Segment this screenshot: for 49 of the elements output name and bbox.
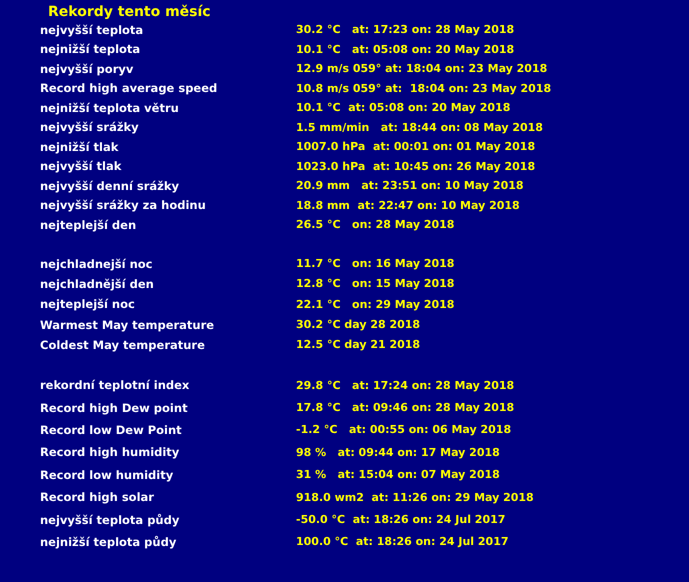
record-label: nejvyšší poryv	[40, 62, 134, 76]
record-label: nejnižší teplota větru	[40, 100, 179, 115]
record-label: Record high solar	[40, 490, 154, 504]
record-value: 30.2 °C day 28 2018	[296, 318, 420, 332]
record-label: nejvyšší srážky za hodinu	[40, 198, 206, 212]
record-label: Record low Dew Point	[40, 422, 182, 437]
record-value: -1.2 °C at: 00:55 on: 06 May 2018	[296, 423, 512, 436]
record-label: Coldest May temperature	[40, 338, 205, 352]
page-title: Rekordy tento měsíc	[48, 4, 211, 20]
record-value: 20.9 mm at: 23:51 on: 10 May 2018	[296, 179, 524, 192]
record-value: 1.5 mm/min at: 18:44 on: 08 May 2018	[296, 120, 543, 134]
record-value: 10.8 m/s 059° at: 18:04 on: 23 May 2018	[296, 82, 552, 95]
record-label: nejteplejší den	[40, 218, 136, 232]
record-value: 17.8 °C at: 09:46 on: 28 May 2018	[296, 401, 514, 414]
record-value: 11.7 °C on: 16 May 2018	[296, 257, 454, 270]
record-value: 1007.0 hPa at: 00:01 on: 01 May 2018	[296, 140, 536, 154]
record-label: nejnižší teplota	[40, 42, 140, 56]
record-label: nejnižší tlak	[40, 140, 118, 154]
record-label: nejchladnější den	[40, 276, 154, 291]
record-value: 98 % at: 09:44 on: 17 May 2018	[296, 446, 500, 459]
record-value: 12.9 m/s 059° at: 18:04 on: 23 May 2018	[296, 62, 548, 76]
record-label: nejchladnejší noc	[40, 256, 152, 271]
record-label: Warmest May temperature	[40, 318, 214, 332]
record-value: 12.8 °C on: 15 May 2018	[296, 277, 454, 290]
record-label: Record high humidity	[40, 445, 180, 460]
record-value: 30.2 °C at: 17:23 on: 28 May 2018	[296, 23, 514, 36]
record-value: 10.1 °C at: 05:08 on: 20 May 2018	[296, 42, 514, 56]
record-label: nejvyšší teplota	[40, 22, 144, 37]
record-value: 100.0 °C at: 18:26 on: 24 Jul 2017	[296, 535, 509, 548]
record-label: Record high Dew point	[40, 400, 188, 415]
record-value: 29.8 °C at: 17:24 on: 28 May 2018	[296, 378, 514, 392]
record-value: 18.8 mm at: 22:47 on: 10 May 2018	[296, 198, 520, 212]
record-label: nejteplejší noc	[40, 297, 135, 312]
record-value: 12.5 °C day 21 2018	[296, 338, 420, 352]
record-value: 10.1 °C at: 05:08 on: 20 May 2018	[296, 101, 510, 114]
record-label: Record low humidity	[40, 468, 174, 482]
record-value: 22.1 °C on: 29 May 2018	[296, 298, 454, 311]
record-label: nejnižší teplota půdy	[40, 534, 176, 549]
record-label: nejvyšší teplota půdy	[40, 512, 180, 527]
record-label: rekordní teplotní index	[40, 378, 190, 392]
record-value: -50.0 °C at: 18:26 on: 24 Jul 2017	[296, 513, 506, 526]
record-value: 1023.0 hPa at: 10:45 on: 26 May 2018	[296, 160, 536, 173]
record-value: 31 % at: 15:04 on: 07 May 2018	[296, 468, 500, 482]
record-label: nejvyšší tlak	[40, 159, 122, 174]
record-value: 26.5 °C on: 28 May 2018	[296, 218, 454, 232]
record-label: nejvyšší denní srážky	[40, 178, 180, 193]
record-label: Record high average speed	[40, 81, 218, 96]
record-label: nejvyšší srážky	[40, 120, 139, 134]
record-value: 918.0 wm2 at: 11:26 on: 29 May 2018	[296, 490, 534, 504]
